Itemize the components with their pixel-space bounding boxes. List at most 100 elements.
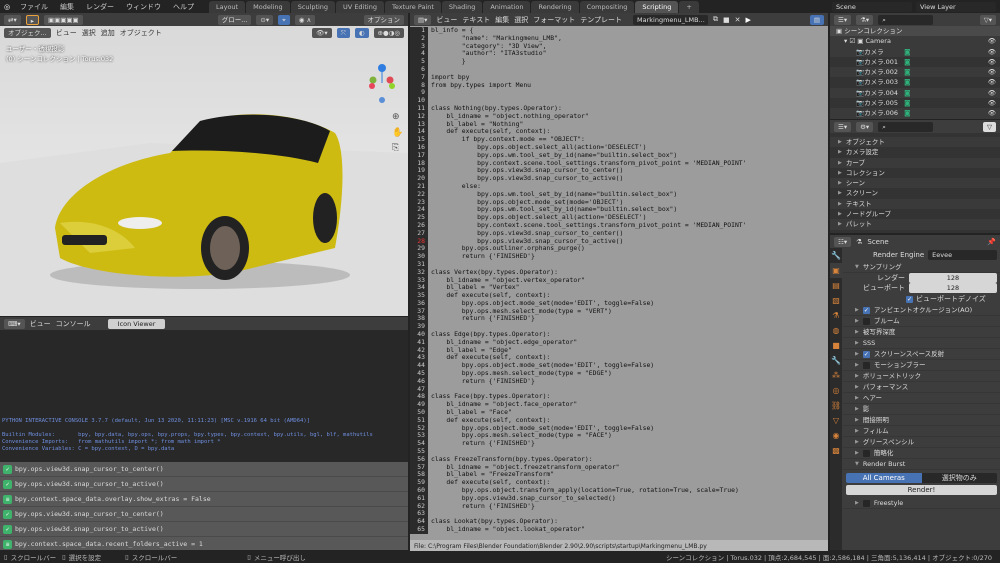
info-log-row[interactable]: ≡ bpy.context.space_data.recent_folders_a… [0, 537, 408, 550]
expand-arrow-icon[interactable]: ▶ [855, 426, 859, 437]
expand-arrow-icon[interactable]: ▶ [855, 316, 859, 327]
info-log-row[interactable]: ≡ bpy.context.space_data.overlay.show_ext… [0, 492, 408, 507]
expand-arrow-icon[interactable]: ▶ [855, 415, 859, 426]
properties-tab-bar[interactable]: 🔧 ▣ ▤ ▧ ⚗ ◍ ■ 🔧 ⁂ ◎ ⛓ ▽ ◉ ▩ [830, 248, 842, 550]
outliner-item[interactable]: 📷 カメラ ◙ 👁 [830, 46, 1000, 57]
panel-3[interactable]: ▶ SSS [843, 338, 1000, 349]
outliner-item[interactable]: 📷 カメラ.002 ◙ 👁 [830, 67, 1000, 78]
info-log-row[interactable]: ✓ bpy.ops.view3d.snap_cursor_to_center() [0, 507, 408, 522]
blend-data-category[interactable]: ▶ テキスト [830, 198, 1000, 210]
menu-file[interactable]: ファイル [14, 2, 54, 12]
outliner-item[interactable]: 📷 カメラ.006 ◙ 👁 [830, 108, 1000, 119]
workspace-tab-shading[interactable]: Shading [441, 1, 483, 13]
properties-editor[interactable]: ☷▾ ⚗ Scene 📌 🔧 ▣ ▤ ▧ ⚗ ◍ ■ 🔧 ⁂ ◎ ⛓ ▽ ◉ ▩ Render Engin… [830, 235, 1000, 550]
expand-arrow-icon[interactable]: ▶ [855, 327, 859, 338]
filter-icon-left[interactable]: ⚗▾ [856, 14, 874, 25]
icon-viewer-button[interactable]: Icon Viewer [107, 318, 166, 329]
menu-window[interactable]: ウィンドウ [120, 2, 167, 12]
blend-data-category[interactable]: ▶ コレクション [830, 167, 1000, 179]
viewport-denoise-checkbox[interactable]: ✓ ビューポートデノイズ [843, 293, 1000, 305]
panel-enable-checkbox[interactable]: ✓ [862, 306, 870, 314]
blend-file-outliner[interactable]: ☰▾ ⚙▾ ⌕ ▽ ▶ オブジェクト ▶ カメラ設定 ▶ カーブ ▶ コレクション ▶ シーン ▶ ス… [830, 120, 1000, 233]
outliner[interactable]: ☰▾ ⚗▾ ⌕ ▽▾ ▣ シーンコレクション ▾ ☑ ▣ Camera 👁 📷 カ… [830, 13, 1000, 119]
panel-6[interactable]: ▶ ボリューメトリック [843, 371, 1000, 382]
code-area[interactable]: 1 bl_info = {2 "name": "Markingmenu_LMB",… [410, 26, 828, 534]
menu-select[interactable]: 選択 [514, 15, 528, 25]
search-input[interactable]: ⌕ [878, 121, 934, 132]
menu-help[interactable]: ヘルプ [167, 2, 200, 12]
menu-text[interactable]: テキスト [462, 15, 490, 25]
all-cameras-toggle[interactable]: All Cameras [846, 473, 922, 483]
python-console[interactable]: ⌨▾ ビュー コンソール Icon Viewer PYTHON INTERACT… [0, 317, 408, 471]
panel-freestyle[interactable]: ▶ Freestyle [843, 498, 1000, 509]
menu-edit[interactable]: 編集 [54, 2, 80, 12]
blend-data-category[interactable]: ▶ スクリーン [830, 188, 1000, 199]
menu-edit[interactable]: 編集 [495, 15, 509, 25]
folder-icon[interactable]: ■ [723, 16, 730, 24]
duplicate-icon[interactable]: ⧉ [713, 15, 718, 24]
editor-type-icon[interactable]: ▤▾ [414, 14, 432, 25]
panel-12[interactable]: ▶ グリースペンシル [843, 437, 1000, 448]
scene-selector[interactable]: Scene [832, 1, 912, 12]
menu-view[interactable]: ビュー [436, 15, 457, 25]
editor-type-icon[interactable]: ⌨▾ [4, 318, 25, 329]
view-layer-selector[interactable]: View Layer [916, 1, 996, 12]
workspace-tab-texture-paint[interactable]: Texture Paint [384, 1, 441, 13]
editor-type-icon[interactable]: ☷▾ [834, 236, 852, 247]
outliner-item[interactable]: 📷 カメラ.003 ◙ 👁 [830, 77, 1000, 88]
panel-enable-checkbox[interactable] [862, 449, 870, 457]
visibility-eye-icon[interactable]: 👁 [988, 88, 1000, 98]
panel-11[interactable]: ▶ フィルム [843, 426, 1000, 437]
expand-arrow-icon[interactable]: ▶ [855, 382, 859, 393]
filter-icon[interactable]: ▽ [983, 121, 996, 132]
render-burst-button[interactable]: Render! [846, 485, 997, 495]
expand-arrow-icon[interactable]: ▶ [838, 199, 842, 209]
info-log-row[interactable]: ✓ bpy.ops.view3d.snap_cursor_to_center() [0, 462, 408, 477]
panel-1[interactable]: ▶ ブルーム [843, 316, 1000, 327]
expand-arrow-icon[interactable]: ▶ [838, 147, 842, 157]
visibility-eye-icon[interactable]: 👁 [988, 108, 1000, 118]
blend-file-icon[interactable]: ⚙▾ [856, 121, 874, 132]
menu-templates[interactable]: テンプレート [580, 15, 622, 25]
outliner-item[interactable]: 📷 カメラ.004 ◙ 👁 [830, 87, 1000, 99]
expand-arrow-icon[interactable]: ▶ [855, 305, 859, 316]
pin-icon[interactable]: 📌 [987, 238, 996, 246]
viewport-samples-field[interactable]: 128 [909, 283, 997, 293]
text-editor[interactable]: ▤▾ ビュー テキスト 編集 選択 フォーマット テンプレート Markingm… [410, 13, 828, 553]
filter-icon[interactable]: ▽▾ [979, 14, 996, 25]
panel-13[interactable]: ▶ 簡略化 [843, 448, 1000, 459]
expand-arrow-icon[interactable]: ▶ [838, 137, 842, 147]
outliner-item[interactable]: 📷 カメラ.001 ◙ 👁 [830, 56, 1000, 68]
expand-arrow-icon[interactable]: ▶ [838, 178, 842, 188]
expand-arrow-icon[interactable]: ▶ [855, 360, 859, 371]
blend-data-category[interactable]: ▶ カーブ [830, 157, 1000, 168]
expand-arrow-icon[interactable]: ▶ [855, 349, 859, 360]
run-script-icon[interactable]: ▶ [746, 16, 751, 24]
visibility-eye-icon[interactable]: 👁 [988, 57, 1000, 67]
expand-arrow-icon[interactable]: ▶ [855, 404, 859, 415]
expand-arrow-icon[interactable]: ▶ [855, 437, 859, 448]
expand-arrow-icon[interactable]: ▶ [855, 371, 859, 382]
expand-arrow-icon[interactable]: ▶ [838, 168, 842, 178]
text-datablock-selector[interactable]: Markingmenu_LMB... [633, 14, 708, 25]
workspace-tab-animation[interactable]: Animation [483, 1, 531, 13]
panel-9[interactable]: ▶ 影 [843, 404, 1000, 415]
panel-sampling[interactable]: ▼ サンプリング [843, 262, 1000, 273]
expand-arrow-icon[interactable]: ▶ [838, 219, 842, 229]
workspace-tab-scripting[interactable]: Scripting [635, 1, 679, 13]
blend-data-category[interactable]: ▶ ノードグループ [830, 209, 1000, 220]
workspace-tab-sculpting[interactable]: Sculpting [290, 1, 336, 13]
workspace-tab-compositing[interactable]: Compositing [579, 1, 635, 13]
blend-data-category[interactable]: ▶ シーン [830, 178, 1000, 189]
workspace-tab-rendering[interactable]: Rendering [531, 1, 579, 13]
display-mode-icon[interactable]: ☰▾ [834, 14, 852, 25]
visibility-eye-icon[interactable]: 👁 [988, 47, 1000, 57]
expand-arrow-icon[interactable]: ▶ [838, 209, 842, 219]
panel-enable-checkbox[interactable] [862, 361, 870, 369]
workspace-tab-modeling[interactable]: Modeling [246, 1, 290, 13]
visibility-eye-icon[interactable]: 👁 [988, 98, 1000, 108]
outliner-collection[interactable]: ▾ ☑ ▣ Camera 👁 [830, 36, 1000, 47]
panel-render-burst[interactable]: ▼ Render Burst [843, 459, 1000, 470]
expand-arrow-icon[interactable]: ▶ [855, 338, 859, 349]
visibility-eye-icon[interactable]: 👁 [988, 77, 1000, 87]
